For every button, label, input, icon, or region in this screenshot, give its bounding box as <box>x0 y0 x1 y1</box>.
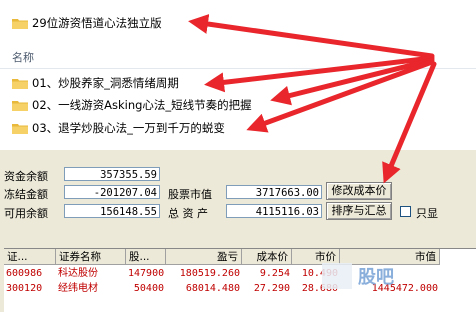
guba-watermark-logo: 股吧 <box>322 261 430 291</box>
folder-icon <box>12 79 28 89</box>
folder-item[interactable]: 01、炒股养家_洞悉情绪周期 <box>10 74 230 92</box>
modify-cost-button[interactable]: 修改成本价 <box>326 182 392 200</box>
top-folder-row[interactable]: 29位游资悟道心法独立版 <box>10 14 190 32</box>
name-column-header[interactable]: 名称 <box>12 49 34 65</box>
stock-value-label: 股票市值 <box>168 188 212 201</box>
frozen-amount-label: 冻结金额 <box>4 188 48 201</box>
folder-icon <box>12 101 28 111</box>
cell-cost: 27.290 <box>253 283 290 294</box>
available-balance-label: 可用余额 <box>4 207 48 220</box>
folder-name: 02、一线游资Asking心法_短线节奏的把握 <box>32 98 252 112</box>
col-header-cost[interactable]: 成本价 <box>242 249 292 265</box>
folder-icon <box>12 124 28 134</box>
col-header-shares[interactable]: 股... <box>126 249 166 265</box>
cash-balance-label: 资金余额 <box>4 170 48 183</box>
col-header-name[interactable]: 证券名称 <box>56 249 126 265</box>
col-header-pnl[interactable]: 盈亏 <box>166 249 242 265</box>
total-assets-label: 总 资 产 <box>168 207 208 220</box>
cell-code: 300120 <box>6 283 43 294</box>
cell-shares: 147900 <box>128 268 165 279</box>
cell-shares: 50400 <box>133 283 164 294</box>
folder-name: 03、退学炒股心法_一万到千万的蜕变 <box>32 121 225 135</box>
header-divider <box>0 68 476 69</box>
cash-balance-value: 357355.59 <box>64 167 160 181</box>
sort-summary-button[interactable]: 排序与汇总 <box>326 202 392 220</box>
cell-pnl: 180519.260 <box>179 268 240 279</box>
file-explorer-panel: 29位游资悟道心法独立版 名称 01、炒股养家_洞悉情绪周期 02、一线游资As… <box>0 0 476 146</box>
folder-item[interactable]: 02、一线游资Asking心法_短线节奏的把握 <box>10 96 290 114</box>
available-balance-value: 156148.55 <box>64 204 160 218</box>
frozen-amount-value: -201207.04 <box>64 185 160 199</box>
folder-name: 01、炒股养家_洞悉情绪周期 <box>32 76 179 90</box>
folder-item[interactable]: 03、退学炒股心法_一万到千万的蜕变 <box>10 119 270 137</box>
top-folder-name: 29位游资悟道心法独立版 <box>32 16 162 30</box>
stock-value-value: 3717663.00 <box>226 185 322 199</box>
cell-code: 600986 <box>6 268 43 279</box>
cell-name: 经纬电材 <box>58 283 98 294</box>
only-show-checkbox[interactable] <box>400 206 411 217</box>
only-show-label: 只显 <box>416 207 438 220</box>
cell-cost: 9.254 <box>259 268 290 279</box>
col-header-code[interactable]: 证... <box>4 249 56 265</box>
cell-name: 科达股份 <box>58 268 98 279</box>
total-assets-value: 4115116.03 <box>226 204 322 218</box>
cell-pnl: 68014.480 <box>185 283 240 294</box>
folder-icon <box>12 19 28 29</box>
svg-text:股吧: 股吧 <box>357 267 394 288</box>
